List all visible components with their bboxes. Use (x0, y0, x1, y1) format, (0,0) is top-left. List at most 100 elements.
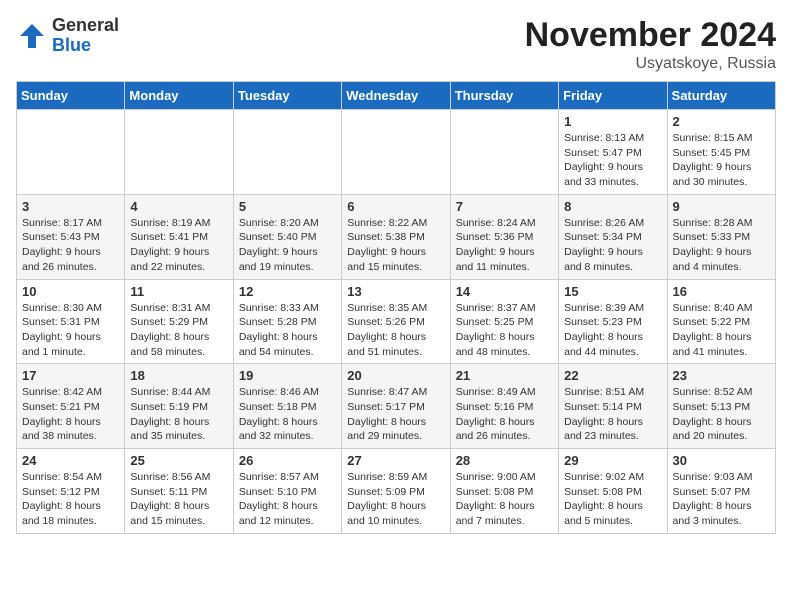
calendar-cell: 30Sunrise: 9:03 AM Sunset: 5:07 PM Dayli… (667, 449, 775, 534)
day-info: Sunrise: 9:02 AM Sunset: 5:08 PM Dayligh… (564, 470, 661, 529)
location: Usyatskoye, Russia (525, 55, 776, 73)
day-number: 27 (347, 453, 444, 468)
day-number: 15 (564, 284, 661, 299)
calendar-cell: 8Sunrise: 8:26 AM Sunset: 5:34 PM Daylig… (559, 194, 667, 279)
day-number: 9 (673, 199, 770, 214)
calendar-cell: 14 Sunrise: 8:37 AM Sunset: 5:25 PM Dayli… (450, 279, 558, 364)
day-number: 6 (347, 199, 444, 214)
day-number: 18 (130, 368, 227, 383)
day-number: 14 (456, 284, 553, 299)
calendar-cell: 23Sunrise: 8:52 AM Sunset: 5:13 PM Dayli… (667, 364, 775, 449)
day-info: Sunrise: 8:44 AM Sunset: 5:19 PM Dayligh… (130, 385, 227, 444)
calendar-cell: 6 Sunrise: 8:22 AM Sunset: 5:38 PM Daylig… (342, 194, 450, 279)
calendar-header-row: SundayMondayTuesdayWednesdayThursdayFrid… (17, 82, 776, 110)
day-number: 1 (564, 114, 661, 129)
calendar-cell: 7 Sunrise: 8:24 AM Sunset: 5:36 PM Daylig… (450, 194, 558, 279)
calendar-week-5: 24 Sunrise: 8:54 AM Sunset: 5:12 PM Dayli… (17, 449, 776, 534)
day-number: 28 (456, 453, 553, 468)
col-header-friday: Friday (559, 82, 667, 110)
day-info: Sunrise: 8:33 AM Sunset: 5:28 PM Dayligh… (239, 301, 336, 360)
day-info: Sunrise: 8:39 AM Sunset: 5:23 PM Dayligh… (564, 301, 661, 360)
day-number: 30 (673, 453, 770, 468)
calendar-cell: 12Sunrise: 8:33 AM Sunset: 5:28 PM Dayli… (233, 279, 341, 364)
calendar-cell: 11 Sunrise: 8:31 AM Sunset: 5:29 PM Dayli… (125, 279, 233, 364)
day-info: Sunrise: 8:49 AM Sunset: 5:16 PM Dayligh… (456, 385, 553, 444)
day-number: 11 (130, 284, 227, 299)
calendar-cell: 16 Sunrise: 8:40 AM Sunset: 5:22 PM Dayli… (667, 279, 775, 364)
calendar-cell: 27 Sunrise: 8:59 AM Sunset: 5:09 PM Dayli… (342, 449, 450, 534)
col-header-wednesday: Wednesday (342, 82, 450, 110)
month-title: November 2024 (525, 16, 776, 55)
calendar-cell: 20 Sunrise: 8:47 AM Sunset: 5:17 PM Dayli… (342, 364, 450, 449)
day-number: 4 (130, 199, 227, 214)
day-info: Sunrise: 8:31 AM Sunset: 5:29 PM Dayligh… (130, 301, 227, 360)
day-info: Sunrise: 8:46 AM Sunset: 5:18 PM Dayligh… (239, 385, 336, 444)
calendar-cell: 29Sunrise: 9:02 AM Sunset: 5:08 PM Dayli… (559, 449, 667, 534)
calendar-week-1: 1 Sunrise: 8:13 AM Sunset: 5:47 PM Daylig… (17, 110, 776, 195)
calendar-cell: 21 Sunrise: 8:49 AM Sunset: 5:16 PM Dayli… (450, 364, 558, 449)
day-number: 20 (347, 368, 444, 383)
day-info: Sunrise: 8:59 AM Sunset: 5:09 PM Dayligh… (347, 470, 444, 529)
calendar-cell: 22 Sunrise: 8:51 AM Sunset: 5:14 PM Dayli… (559, 364, 667, 449)
col-header-thursday: Thursday (450, 82, 558, 110)
title-block: November 2024 Usyatskoye, Russia (525, 16, 776, 73)
day-number: 21 (456, 368, 553, 383)
day-number: 13 (347, 284, 444, 299)
day-info: Sunrise: 8:15 AM Sunset: 5:45 PM Dayligh… (673, 131, 770, 190)
day-info: Sunrise: 8:42 AM Sunset: 5:21 PM Dayligh… (22, 385, 119, 444)
calendar-cell (17, 110, 125, 195)
day-number: 17 (22, 368, 119, 383)
day-number: 8 (564, 199, 661, 214)
day-number: 22 (564, 368, 661, 383)
day-number: 10 (22, 284, 119, 299)
calendar-cell: 4Sunrise: 8:19 AM Sunset: 5:41 PM Daylig… (125, 194, 233, 279)
col-header-monday: Monday (125, 82, 233, 110)
calendar-cell: 17 Sunrise: 8:42 AM Sunset: 5:21 PM Dayli… (17, 364, 125, 449)
calendar-cell (450, 110, 558, 195)
calendar-table: SundayMondayTuesdayWednesdayThursdayFrid… (16, 81, 776, 534)
day-info: Sunrise: 8:47 AM Sunset: 5:17 PM Dayligh… (347, 385, 444, 444)
calendar-cell: 2 Sunrise: 8:15 AM Sunset: 5:45 PM Daylig… (667, 110, 775, 195)
calendar-cell: 10 Sunrise: 8:30 AM Sunset: 5:31 PM Dayli… (17, 279, 125, 364)
day-number: 26 (239, 453, 336, 468)
day-info: Sunrise: 8:51 AM Sunset: 5:14 PM Dayligh… (564, 385, 661, 444)
logo-general: General (52, 16, 119, 36)
calendar-week-3: 10 Sunrise: 8:30 AM Sunset: 5:31 PM Dayli… (17, 279, 776, 364)
day-number: 5 (239, 199, 336, 214)
day-info: Sunrise: 8:17 AM Sunset: 5:43 PM Dayligh… (22, 216, 119, 275)
calendar-cell: 26 Sunrise: 8:57 AM Sunset: 5:10 PM Dayli… (233, 449, 341, 534)
calendar-cell: 1 Sunrise: 8:13 AM Sunset: 5:47 PM Daylig… (559, 110, 667, 195)
day-info: Sunrise: 8:56 AM Sunset: 5:11 PM Dayligh… (130, 470, 227, 529)
day-info: Sunrise: 8:24 AM Sunset: 5:36 PM Dayligh… (456, 216, 553, 275)
calendar-week-4: 17 Sunrise: 8:42 AM Sunset: 5:21 PM Dayli… (17, 364, 776, 449)
day-number: 2 (673, 114, 770, 129)
day-info: Sunrise: 8:54 AM Sunset: 5:12 PM Dayligh… (22, 470, 119, 529)
day-info: Sunrise: 8:40 AM Sunset: 5:22 PM Dayligh… (673, 301, 770, 360)
calendar-cell: 28Sunrise: 9:00 AM Sunset: 5:08 PM Dayli… (450, 449, 558, 534)
day-info: Sunrise: 8:28 AM Sunset: 5:33 PM Dayligh… (673, 216, 770, 275)
day-info: Sunrise: 8:52 AM Sunset: 5:13 PM Dayligh… (673, 385, 770, 444)
calendar-cell: 5 Sunrise: 8:20 AM Sunset: 5:40 PM Daylig… (233, 194, 341, 279)
day-number: 3 (22, 199, 119, 214)
logo-icon (16, 20, 48, 52)
calendar-cell: 13 Sunrise: 8:35 AM Sunset: 5:26 PM Dayli… (342, 279, 450, 364)
calendar-cell: 15 Sunrise: 8:39 AM Sunset: 5:23 PM Dayli… (559, 279, 667, 364)
day-info: Sunrise: 8:22 AM Sunset: 5:38 PM Dayligh… (347, 216, 444, 275)
day-info: Sunrise: 8:30 AM Sunset: 5:31 PM Dayligh… (22, 301, 119, 360)
calendar-cell (125, 110, 233, 195)
logo-text: General Blue (52, 16, 119, 56)
calendar-cell (342, 110, 450, 195)
logo-blue: Blue (52, 36, 119, 56)
day-number: 24 (22, 453, 119, 468)
day-number: 16 (673, 284, 770, 299)
day-info: Sunrise: 8:20 AM Sunset: 5:40 PM Dayligh… (239, 216, 336, 275)
day-info: Sunrise: 8:13 AM Sunset: 5:47 PM Dayligh… (564, 131, 661, 190)
day-number: 19 (239, 368, 336, 383)
day-info: Sunrise: 8:57 AM Sunset: 5:10 PM Dayligh… (239, 470, 336, 529)
day-info: Sunrise: 8:37 AM Sunset: 5:25 PM Dayligh… (456, 301, 553, 360)
logo: General Blue (16, 16, 119, 56)
day-number: 7 (456, 199, 553, 214)
day-info: Sunrise: 8:35 AM Sunset: 5:26 PM Dayligh… (347, 301, 444, 360)
calendar-cell (233, 110, 341, 195)
calendar-cell: 24 Sunrise: 8:54 AM Sunset: 5:12 PM Dayli… (17, 449, 125, 534)
